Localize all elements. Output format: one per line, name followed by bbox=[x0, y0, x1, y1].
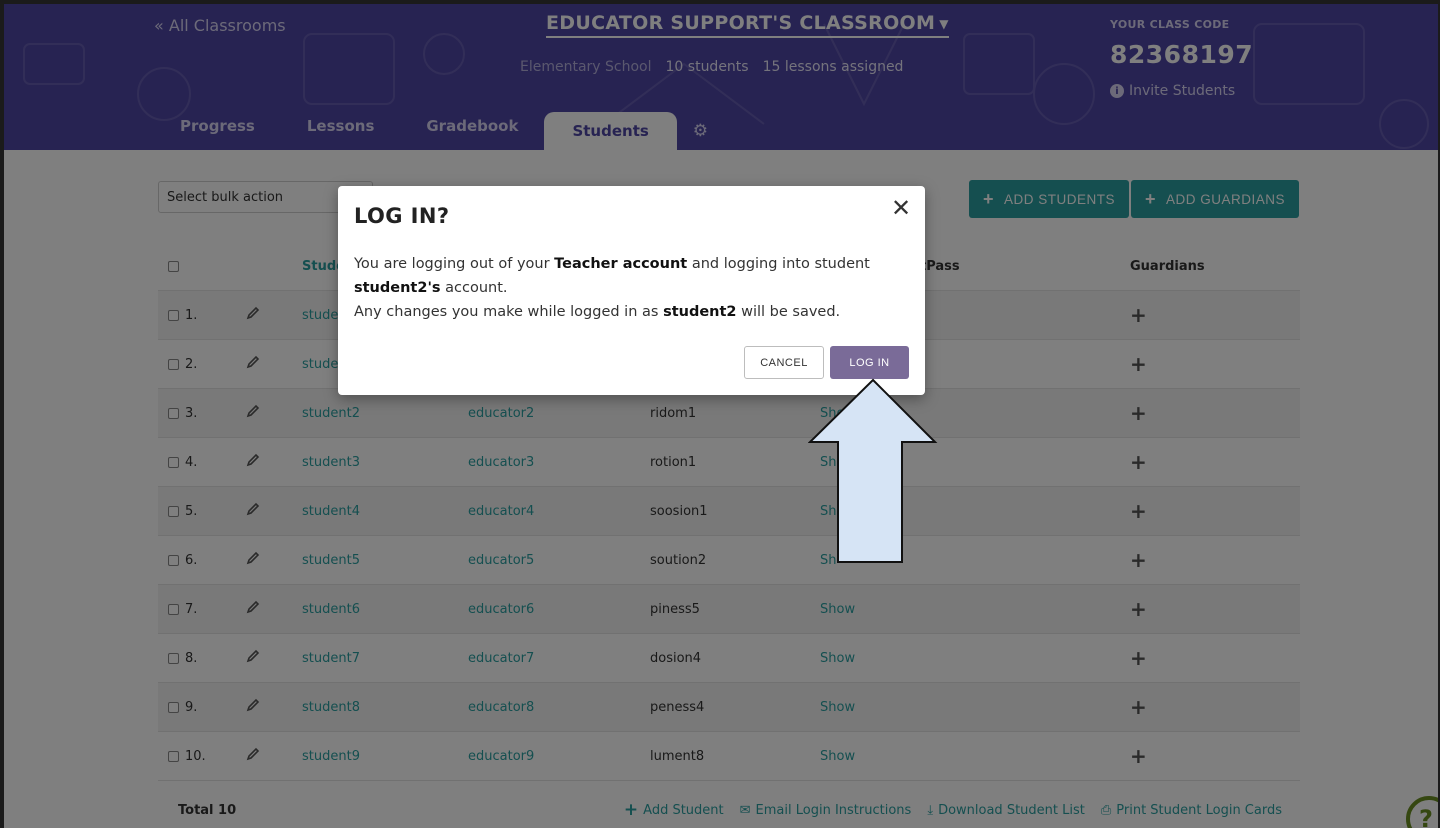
msg-text: You are logging out of your bbox=[354, 256, 555, 272]
msg-text: account. bbox=[440, 280, 508, 296]
app-window: « All Classrooms EDUCATOR SUPPORT'S CLAS… bbox=[0, 0, 1440, 828]
msg-teacher-account: Teacher account bbox=[554, 256, 688, 272]
pointer-arrow-icon bbox=[808, 378, 938, 563]
msg-text: Any changes you make while logged in as bbox=[354, 304, 664, 320]
modal-message: You are logging out of your Teacher acco… bbox=[354, 252, 874, 324]
login-button[interactable]: LOG IN bbox=[830, 346, 909, 379]
cancel-button[interactable]: CANCEL bbox=[744, 346, 824, 379]
msg-student-name: student2 bbox=[663, 304, 737, 320]
close-icon[interactable]: ✕ bbox=[891, 194, 911, 222]
login-modal: LOG IN? ✕ You are logging out of your Te… bbox=[338, 186, 925, 395]
msg-text: will be saved. bbox=[736, 304, 841, 320]
msg-student-name: student2's bbox=[354, 280, 441, 296]
modal-title: LOG IN? bbox=[354, 204, 450, 228]
modal-backdrop[interactable] bbox=[4, 4, 1438, 828]
msg-text: and logging into student bbox=[687, 256, 870, 272]
